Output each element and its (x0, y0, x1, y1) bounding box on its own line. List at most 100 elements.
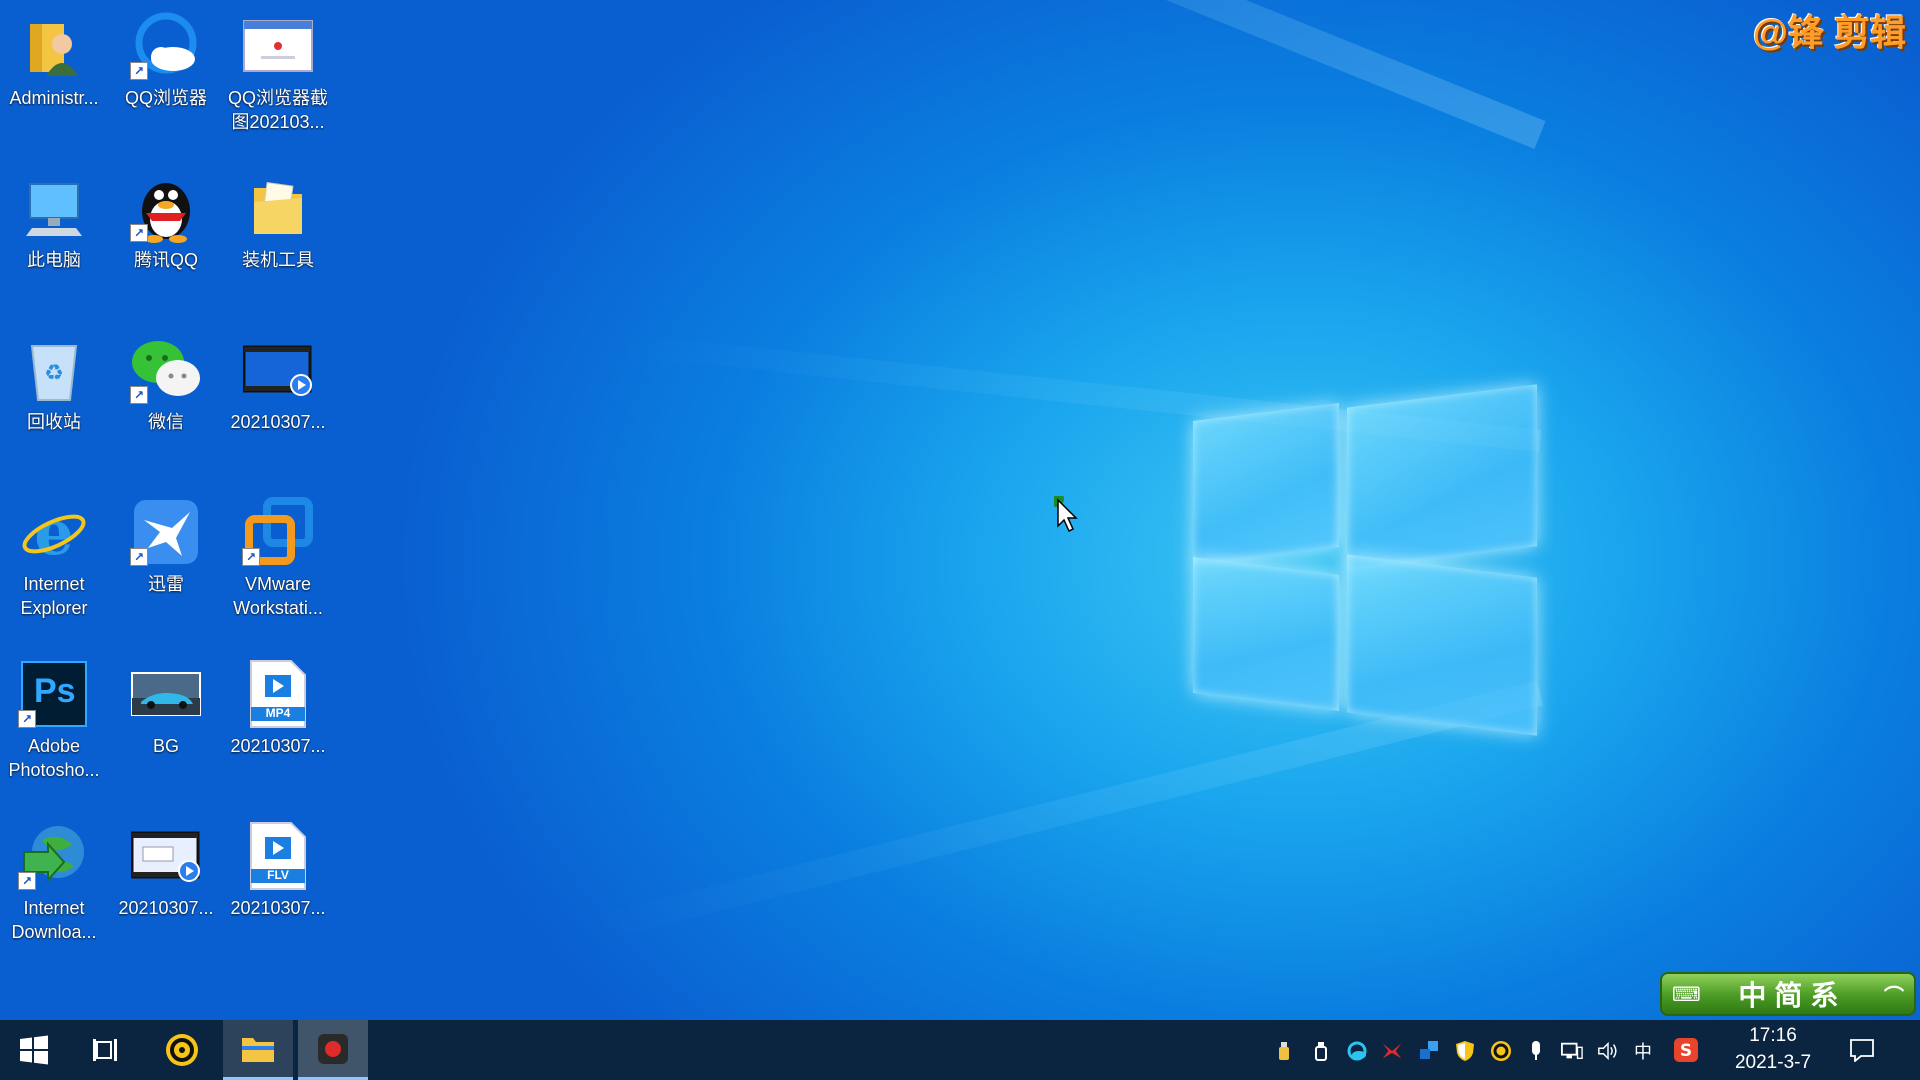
logo-pane (1193, 557, 1339, 711)
start-button[interactable] (0, 1020, 68, 1080)
icon-label: 回收站 (27, 412, 81, 432)
watermark: @锋 剪辑 (1752, 12, 1906, 53)
image-file-icon (130, 658, 202, 730)
usb-drive-icon[interactable] (1310, 1040, 1332, 1062)
shortcut-arrow-icon: ↗ (18, 872, 36, 890)
shortcut-arrow-icon: ↗ (242, 548, 260, 566)
recycle-bin-icon: ♻ (18, 334, 90, 406)
volume-icon[interactable] (1597, 1040, 1619, 1062)
logo-pane (1193, 403, 1339, 565)
icon-label: 迅雷 (148, 574, 184, 594)
app-tray-icon[interactable] (1381, 1040, 1403, 1062)
desktop-icon-video-project-1[interactable]: 20210307... (224, 334, 332, 434)
photoshop-logo-text: Ps (34, 672, 76, 710)
desktop-icon-video-project-2[interactable]: 20210307... (112, 820, 220, 920)
ime-mode-text[interactable]: 中简系 (1738, 974, 1846, 1014)
security-shield-icon[interactable] (1454, 1040, 1476, 1062)
desktop-icon-internet-explorer[interactable]: e Internet Explorer (0, 496, 108, 620)
desktop-icon-mp4-file[interactable]: MP4 20210307... (224, 658, 332, 758)
desktop-icon-thunder[interactable]: ↗ 迅雷 (112, 496, 220, 596)
desktop-icon-vmware[interactable]: ↗ VMware Workstati... (224, 496, 332, 620)
svg-text:S: S (1680, 1041, 1692, 1061)
clock-time: 17:16 (1749, 1025, 1797, 1046)
shortcut-arrow-icon: ↗ (130, 386, 148, 404)
icon-label: 20210307... (230, 898, 326, 918)
icon-label: Administr... (9, 88, 99, 108)
keyboard-icon[interactable]: ⌨ (1672, 982, 1701, 1007)
icon-label: 此电脑 (27, 250, 81, 270)
desktop-icon-internet-download-manager[interactable]: ↗ Internet Downloa... (0, 820, 108, 944)
folder-icon (242, 172, 314, 244)
svg-text:e: e (34, 498, 73, 566)
internet-explorer-icon: e (18, 496, 90, 568)
shortcut-arrow-icon: ↗ (130, 548, 148, 566)
desktop-icon-recycle-bin[interactable]: ♻ 回收站 (0, 334, 108, 434)
desktop-icon-bg[interactable]: BG (112, 658, 220, 758)
wechat-icon: ↗ (130, 334, 202, 406)
icon-label: QQ浏览器 (124, 88, 207, 108)
desktop-icon-tencent-qq[interactable]: ↗ 腾讯QQ (112, 172, 220, 272)
icon-label: 微信 (148, 412, 184, 432)
qq-browser-taskbar-icon (166, 1034, 198, 1066)
icon-label: 腾讯QQ (133, 250, 198, 270)
usb-icon[interactable] (1273, 1040, 1295, 1062)
desktop-icon-install-tools[interactable]: 装机工具 (224, 172, 332, 272)
desktop-icon-photoshop[interactable]: Ps ↗ Adobe Photosho... (0, 658, 108, 782)
mouse-cursor-icon (1048, 491, 1082, 541)
icon-label: QQ浏览器截图202103... (227, 88, 328, 132)
shortcut-arrow-icon: ↗ (18, 710, 36, 728)
desktop-icon-administrator[interactable]: Administr... (0, 10, 108, 110)
ime-settings-icon[interactable]: ⌒ (1884, 980, 1904, 1009)
desktop-icon-flv-file[interactable]: FLV 20210307... (224, 820, 332, 920)
icon-label: 装机工具 (242, 250, 314, 270)
clock-date: 2021-3-7 (1734, 1052, 1812, 1073)
icon-label: 20210307... (118, 898, 214, 918)
thunder-icon: ↗ (130, 496, 202, 568)
flv-badge: FLV (267, 868, 289, 882)
video-project-icon (242, 334, 314, 406)
network-tool-icon[interactable] (1418, 1040, 1440, 1062)
file-explorer-icon (242, 1037, 274, 1062)
qq-browser-tray-icon[interactable] (1346, 1040, 1368, 1062)
screen-recorder-icon (318, 1033, 348, 1064)
svg-text:♻: ♻ (44, 361, 64, 386)
network-icon[interactable] (1561, 1040, 1583, 1062)
task-view-button[interactable] (72, 1020, 140, 1080)
sogou-ime-icon[interactable]: S (1673, 1037, 1699, 1063)
desktop-icon-wechat[interactable]: ↗ 微信 (112, 334, 220, 434)
user-folder-icon (18, 10, 90, 82)
action-center-icon[interactable] (1848, 1036, 1876, 1064)
icon-label: Internet Downloa... (11, 898, 97, 942)
ime-indicator[interactable]: 中 (1632, 1040, 1654, 1062)
logo-pane (1347, 384, 1537, 570)
task-view-icon (93, 1039, 117, 1061)
mp4-badge: MP4 (265, 706, 291, 720)
taskbar-file-explorer[interactable] (223, 1020, 293, 1080)
vmware-icon: ↗ (242, 496, 314, 568)
this-pc-icon (18, 172, 90, 244)
qq-penguin-icon: ↗ (130, 172, 202, 244)
shortcut-arrow-icon: ↗ (130, 62, 148, 80)
desktop-icon-this-pc[interactable]: 此电脑 (0, 172, 108, 272)
ime-status-bar[interactable]: ⌨ 中简系 ⌒ (1660, 972, 1916, 1016)
mp4-file-icon: MP4 (242, 658, 314, 730)
taskbar-screen-recorder[interactable] (298, 1020, 368, 1080)
desktop-icon-qq-browser-screenshot[interactable]: QQ浏览器截图202103... (224, 10, 332, 134)
icon-label: 20210307... (230, 412, 326, 432)
icon-label: Internet Explorer (20, 574, 88, 618)
icon-label: BG (152, 736, 179, 756)
icon-label: Adobe Photosho... (8, 736, 100, 780)
browser-tray-icon[interactable] (1490, 1040, 1512, 1062)
video-project-icon (130, 820, 202, 892)
logo-pane (1347, 554, 1537, 736)
photoshop-icon: Ps ↗ (18, 658, 90, 730)
icon-label: 20210307... (230, 736, 326, 756)
shortcut-arrow-icon: ↗ (130, 224, 148, 242)
start-icon (20, 1035, 48, 1065)
system-clock[interactable]: 17:16 2021-3-7 (1718, 1022, 1828, 1076)
icon-label: VMware Workstati... (233, 574, 323, 618)
microphone-icon[interactable] (1525, 1040, 1547, 1062)
screenshot-file-icon (242, 10, 314, 82)
taskbar-qq-browser[interactable] (148, 1020, 216, 1080)
desktop-icon-qq-browser[interactable]: ↗ QQ浏览器 (112, 10, 220, 110)
